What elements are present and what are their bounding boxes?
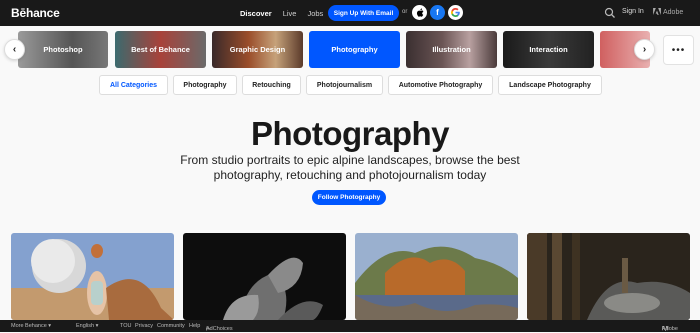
nav-discover[interactable]: Discover [240, 9, 272, 18]
category-label: Best of Behance [131, 45, 190, 54]
carousel-prev-button[interactable]: ‹ [4, 39, 25, 60]
adchoices-label: AdChoices [206, 326, 233, 332]
project-grid [0, 233, 700, 320]
category-tile-graphic-design[interactable]: Graphic Design [212, 31, 303, 68]
chevron-right-icon: › [642, 44, 647, 55]
project-thumbnail [11, 233, 174, 320]
page-title: Photography [251, 115, 450, 152]
nav-live[interactable]: Live [283, 9, 297, 18]
facebook-signin-icon[interactable]: f [430, 5, 445, 20]
category-carousel: Photoshop Best of Behance Graphic Design… [0, 31, 700, 68]
chip-automotive-photography[interactable]: Automotive Photography [388, 75, 493, 95]
signin-link[interactable]: Sign In [622, 8, 644, 15]
footer-link-tou[interactable]: TOU [120, 323, 132, 329]
chip-retouching[interactable]: Retouching [242, 75, 301, 95]
nav-jobs[interactable]: Jobs [307, 9, 323, 18]
category-label: Interaction [529, 45, 568, 54]
behance-logo[interactable]: Bēhance [11, 6, 60, 20]
more-dots-icon: ••• [671, 44, 686, 56]
chip-photography[interactable]: Photography [173, 75, 237, 95]
carousel-next-button[interactable]: › [634, 39, 655, 60]
follow-photography-button[interactable]: Follow Photography [312, 190, 386, 205]
category-tile-illustration[interactable]: Illustration [406, 31, 497, 68]
project-card[interactable] [527, 233, 690, 320]
category-label: Photoshop [43, 45, 83, 54]
top-navigation-bar: Bēhance Discover Live Jobs Sign Up With … [0, 0, 700, 26]
category-tile-photoshop[interactable]: Photoshop [18, 31, 108, 68]
project-card[interactable] [11, 233, 174, 320]
category-label: Photography [331, 45, 378, 54]
chip-photojournalism[interactable]: Photojournalism [306, 75, 383, 95]
search-icon[interactable] [604, 7, 616, 19]
adobe-link[interactable]: Adobe [653, 8, 683, 17]
signup-email-button[interactable]: Sign Up With Email [328, 5, 399, 21]
category-label: Graphic Design [229, 45, 286, 54]
main-nav: Discover Live Jobs [240, 0, 334, 26]
more-categories-button[interactable]: ••• [663, 35, 694, 65]
more-behance-dropdown[interactable]: More Behance ▾ [11, 323, 51, 329]
footer-link-community[interactable]: Community [157, 323, 185, 329]
project-card[interactable] [183, 233, 346, 320]
category-label: Illustration [432, 45, 471, 54]
adobe-icon [653, 8, 661, 17]
chip-all-categories[interactable]: All Categories [99, 75, 168, 95]
category-tile-interaction[interactable]: Interaction [503, 31, 594, 68]
project-card[interactable] [355, 233, 518, 320]
project-thumbnail [183, 233, 346, 320]
footer-link-help[interactable]: Help [189, 323, 200, 329]
footer-link-privacy[interactable]: Privacy [135, 323, 153, 329]
project-thumbnail [527, 233, 690, 320]
apple-signin-icon[interactable] [412, 5, 427, 20]
footer-adobe-label: Adobe [662, 326, 678, 332]
language-dropdown[interactable]: English ▾ [76, 323, 98, 329]
footer-bar: More Behance ▾ English ▾ TOU Privacy Com… [0, 320, 700, 332]
category-tile-best-of-behance[interactable]: Best of Behance [115, 31, 206, 68]
or-label: or [402, 9, 408, 15]
page-subtitle: From studio portraits to epic alpine lan… [180, 153, 520, 182]
category-tile-photography[interactable]: Photography [309, 31, 400, 68]
chevron-left-icon: ‹ [12, 44, 17, 55]
project-thumbnail [355, 233, 518, 320]
chip-landscape-photography[interactable]: Landscape Photography [498, 75, 602, 95]
google-signin-icon[interactable] [448, 5, 463, 20]
adobe-label: Adobe [663, 9, 684, 16]
